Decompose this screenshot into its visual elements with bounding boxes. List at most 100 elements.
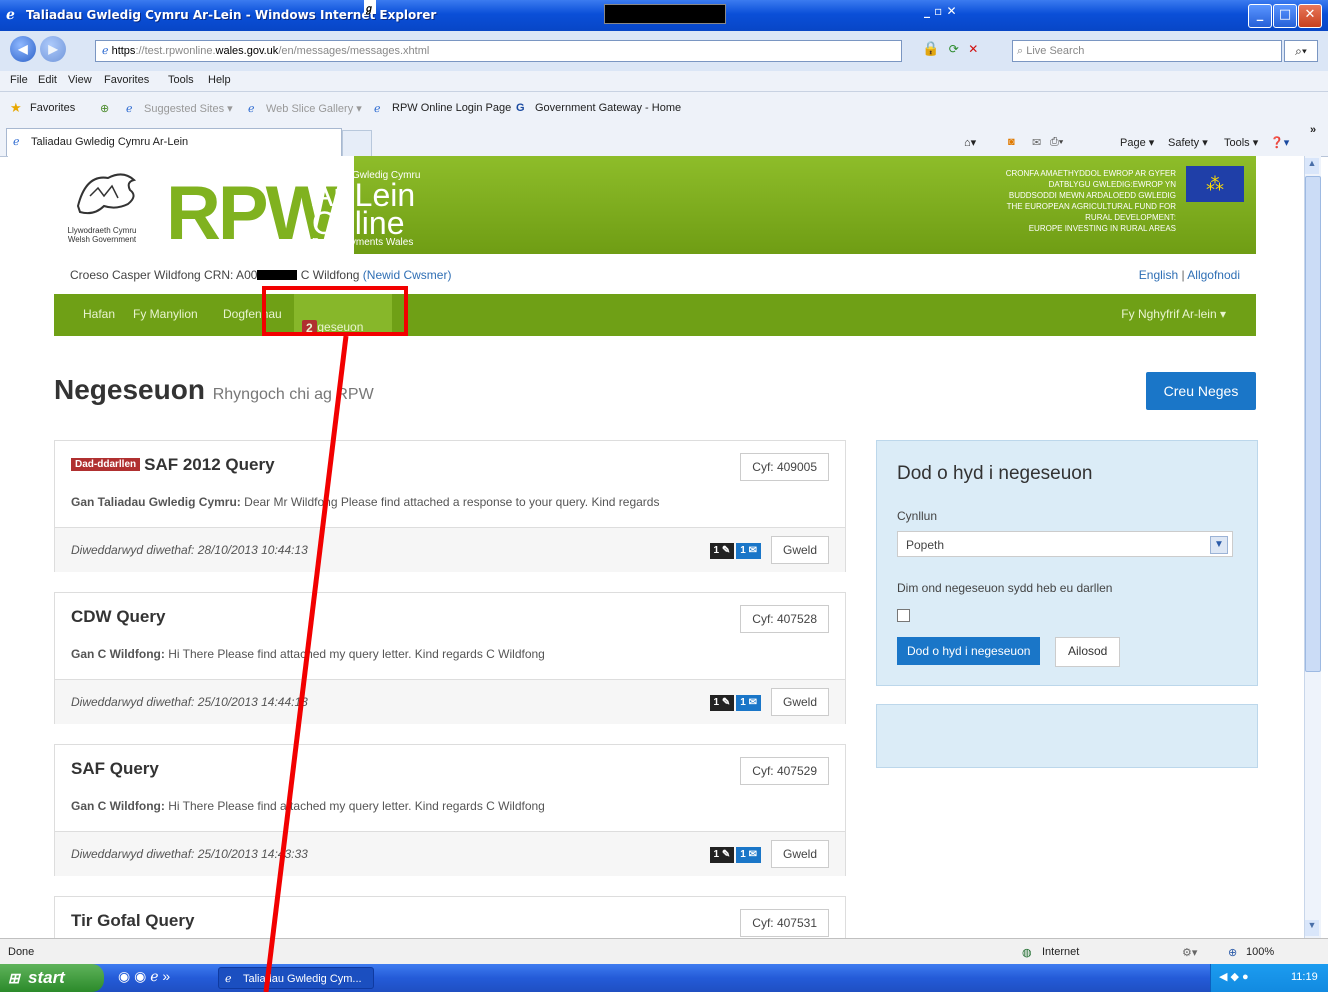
scroll-thumb[interactable] — [1305, 176, 1321, 672]
find-messages-button[interactable]: Dod o hyd i negeseuon — [897, 637, 1041, 665]
page-subtitle: Rhyngoch chi ag RPW — [212, 386, 374, 403]
reset-button[interactable]: Ailosod — [1055, 637, 1121, 667]
english-link[interactable]: English — [1139, 268, 1178, 282]
globe-icon: ◍ — [1022, 947, 1032, 959]
windows-flag-icon: ⊞ — [8, 970, 20, 986]
tray-icons[interactable]: ◀ ◆ ● — [1219, 970, 1249, 983]
annotation-highlight-box — [262, 286, 408, 336]
message-footer: Diweddarwyd diwethaf: 25/10/2013 14:44:1… — [55, 679, 845, 724]
menu-file[interactable]: File — [10, 74, 28, 86]
fav-web-slice-gallery[interactable]: Web Slice Gallery ▾ — [266, 102, 362, 115]
address-buttons[interactable]: 🔒 ⟳ ✕ — [906, 40, 1006, 60]
menu-tools[interactable]: Tools — [168, 74, 194, 86]
maximize-button[interactable]: □ — [1273, 4, 1297, 28]
favorites-bar: ★ Favorites ⊕ ℯ Suggested Sites ▾ ℯ Web … — [0, 92, 1328, 124]
fav-rpw-login[interactable]: RPW Online Login Page — [392, 102, 511, 114]
view-button[interactable]: Gweld — [770, 688, 829, 716]
unread-only-label: Dim ond negeseuon sydd heb eu darllen — [897, 581, 1113, 595]
stop-icon[interactable]: ✕ — [968, 42, 978, 56]
fav-suggested-sites[interactable]: Suggested Sites ▾ — [144, 102, 233, 115]
message-title[interactable]: CDW Query — [71, 607, 165, 627]
change-customer-link[interactable]: (Newid Cwsmer) — [363, 268, 452, 282]
filter-panel: Dod o hyd i negeseuon Cynllun Popeth ▼ D… — [876, 440, 1258, 686]
clock: 11:19 — [1291, 971, 1318, 983]
gov-name: Llywodraeth Cymru Welsh Government — [62, 226, 142, 244]
eu-line: RURAL DEVELOPMENT: — [1085, 213, 1176, 222]
message-card: Tir Gofal Query Cyf: 407531 — [54, 896, 846, 938]
quick-launch[interactable]: ◉ ◉ ℯ » — [118, 968, 170, 985]
page-icon: ℯ — [13, 136, 20, 148]
protected-mode-icon[interactable]: ⚙▾ — [1182, 946, 1197, 959]
close-button[interactable]: ✕ — [1298, 4, 1322, 28]
chevron-more-icon[interactable]: » — [1310, 124, 1316, 136]
ie-icon: ℯ — [6, 7, 15, 23]
welsh-dragon-logo — [68, 166, 148, 224]
scroll-down-button[interactable]: ▼ — [1305, 920, 1319, 936]
page-icon: ℯ — [126, 103, 133, 115]
mail-count: 1 ✉ — [736, 847, 761, 863]
safety-menu[interactable]: Safety ▾ — [1168, 136, 1208, 149]
mail-icon[interactable]: ✉ — [1032, 136, 1041, 149]
start-button[interactable]: ⊞ start — [0, 964, 104, 992]
search-icon: ⌕ — [1017, 45, 1024, 57]
message-title[interactable]: Dad-ddarllen SAF 2012 Query — [71, 455, 275, 475]
refresh-icon[interactable]: ⟳ — [949, 42, 959, 56]
fav-gov-gateway[interactable]: Government Gateway - Home — [535, 102, 681, 114]
favorites-button[interactable]: Favorites — [30, 102, 75, 114]
message-from: Gan C Wildfong: — [71, 799, 165, 813]
message-date: Diweddarwyd diwethaf: 25/10/2013 14:43:3… — [71, 847, 308, 861]
logout-link[interactable]: Allgofnodi — [1187, 268, 1240, 282]
nav-my-details[interactable]: Fy Manylion — [133, 307, 198, 321]
menu-favorites[interactable]: Favorites — [104, 74, 149, 86]
forward-button[interactable]: ▶ — [40, 36, 66, 62]
zoom-icon[interactable]: ⊕ — [1228, 946, 1237, 959]
security-zone: Internet — [1042, 946, 1080, 958]
message-counts: 1 ✎ 1 ✉ — [708, 542, 761, 559]
lock-icon: 🔒 — [922, 40, 940, 56]
message-card: SAF Query Cyf: 407529 Gan C Wildfong: Hi… — [54, 744, 846, 876]
message-ref: Cyf: 407529 — [740, 757, 829, 785]
message-card: Dad-ddarllen SAF 2012 Query Cyf: 409005 G… — [54, 440, 846, 572]
taskbar-ie-item[interactable]: ℯ Taliadau Gwledig Cym... — [218, 967, 374, 989]
menu-view[interactable]: View — [68, 74, 92, 86]
message-title[interactable]: Tir Gofal Query — [71, 911, 194, 931]
menu-bar: File Edit View Favorites Tools Help — [0, 71, 1328, 92]
help-icon[interactable]: ❓▾ — [1270, 136, 1289, 149]
menu-edit[interactable]: Edit — [38, 74, 57, 86]
home-icon[interactable]: ⌂▾ — [964, 136, 976, 149]
new-message-button[interactable]: Creu Neges — [1146, 372, 1256, 410]
page-icon: ℯ — [374, 103, 381, 115]
add-favorite-icon[interactable]: ⊕ — [100, 102, 109, 115]
browser-tab[interactable]: ℯ Taliadau Gwledig Cymru Ar-Lein — [6, 128, 342, 156]
mail-count: 1 ✉ — [736, 695, 761, 711]
page-menu[interactable]: Page ▾ — [1120, 136, 1154, 149]
menu-help[interactable]: Help — [208, 74, 231, 86]
chevron-down-icon: ▼ — [1210, 536, 1228, 554]
nav-my-account[interactable]: Fy Nghyfrif Ar-lein ▾ — [1121, 307, 1226, 321]
address-field[interactable]: ℯ https://test.rpwonline.wales.gov.uk/en… — [95, 40, 902, 62]
message-title[interactable]: SAF Query — [71, 759, 159, 779]
message-counts: 1 ✎ 1 ✉ — [708, 846, 761, 863]
site-header: Llywodraeth Cymru Welsh Government RPW T… — [54, 156, 1256, 254]
new-tab-button[interactable] — [342, 130, 372, 158]
eu-flag-icon: ⁂ — [1186, 166, 1244, 202]
minimize-button[interactable]: _ — [1248, 4, 1272, 28]
search-go-button[interactable]: ⌕▾ — [1284, 40, 1318, 62]
view-button[interactable]: Gweld — [770, 536, 829, 564]
zoom-level[interactable]: 100% — [1246, 946, 1274, 958]
view-button[interactable]: Gweld — [770, 840, 829, 868]
unread-only-checkbox[interactable] — [897, 609, 910, 622]
print-icon[interactable]: ⎙▾ — [1050, 136, 1063, 149]
search-input[interactable]: ⌕ Live Search — [1012, 40, 1282, 62]
nav-home[interactable]: Hafan — [83, 307, 115, 321]
scroll-up-button[interactable]: ▲ — [1305, 158, 1319, 174]
welcome-line: Croeso Casper Wildfong CRN: A00 C Wildfo… — [70, 268, 451, 282]
scheme-select[interactable]: Popeth ▼ — [897, 531, 1233, 557]
message-preview: Gan C Wildfong: Hi There Please find att… — [71, 799, 751, 813]
back-button[interactable]: ◀ — [10, 36, 36, 62]
message-preview: Gan Taliadau Gwledig Cymru: Dear Mr Wild… — [71, 495, 751, 509]
message-title-text: SAF 2012 Query — [144, 455, 275, 474]
taskbar-item-label: Taliadau Gwledig Cym... — [243, 973, 362, 985]
tools-menu[interactable]: Tools ▾ — [1224, 136, 1258, 149]
feeds-icon[interactable]: ◙ — [1008, 136, 1015, 148]
